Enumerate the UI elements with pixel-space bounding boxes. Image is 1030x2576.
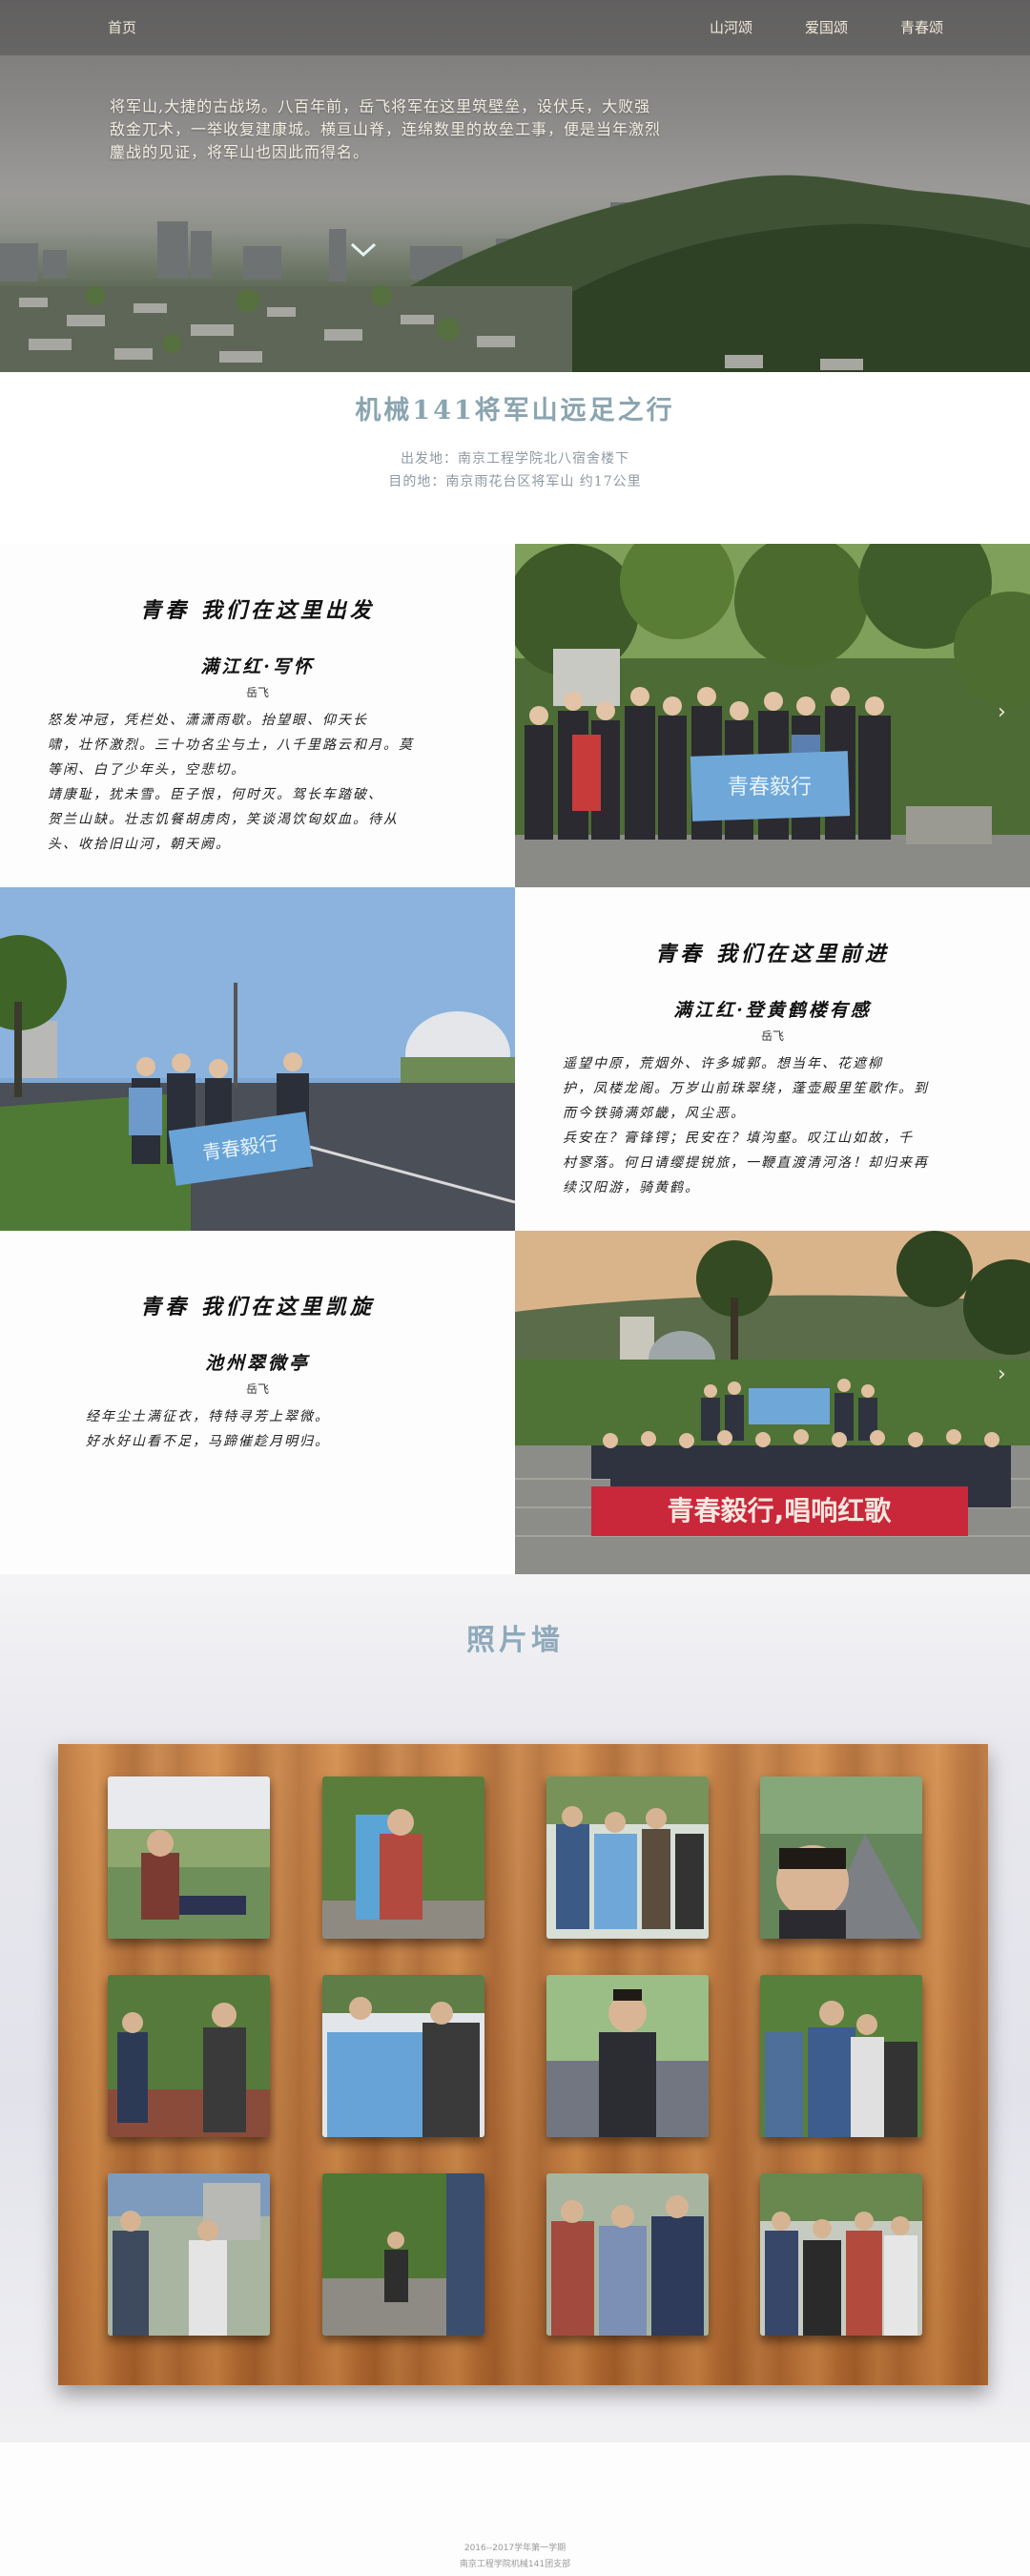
page-footer: 2016--2017学年第一学期 南京工程学院机械141团支部 xyxy=(0,2442,1030,2576)
poem-line: 靖康耻，犹未雪。臣子恨，何时灭。驾长车踏破、 xyxy=(48,787,383,802)
hero-banner: 首页 山河颂 爱国颂 青春颂 将军山,大捷的古战场。八百年前，岳飞将军在这里筑壁… xyxy=(0,0,1030,372)
story-heading: 青春 我们在这里凯旋 xyxy=(140,1295,375,1319)
story-text-return: 青春 我们在这里凯旋 池州翠微亭 岳飞 经年尘土满征衣，特特寻芳上翠微。 好水好… xyxy=(0,1231,515,1574)
poem-body: 怒发冲冠，凭栏处、潇潇雨歇。抬望眼、仰天长 啸，壮怀激烈。三十功名尘与土，八千里… xyxy=(48,708,467,857)
poem-title: 满江红·写怀 xyxy=(200,656,315,677)
nav-home-link[interactable]: 首页 xyxy=(108,17,136,37)
story-heading: 青春 我们在这里前进 xyxy=(655,942,890,966)
photo-tile[interactable] xyxy=(760,2173,922,2336)
hero-intro-text: 将军山,大捷的古战场。八百年前，岳飞将军在这里筑壁垒，设伏兵，大败强敌金兀术，一… xyxy=(110,97,662,161)
poem-line: 啸，壮怀激烈。三十功名尘与土，八千里路云和月。莫 xyxy=(48,737,414,753)
poem-body: 经年尘土满征衣，特特寻芳上翠微。 好水好山看不足，马蹄催趁月明归。 xyxy=(86,1404,429,1454)
poem-line: 好水好山看不足，马蹄催趁月明归。 xyxy=(86,1434,330,1449)
story-heading: 青春 我们在这里出发 xyxy=(140,598,375,623)
photo-wall-heading: 照片墙 xyxy=(466,1624,564,1657)
poem-line: 而今铁骑满郊畿，风尘恶。 xyxy=(563,1106,746,1121)
photo-tile[interactable] xyxy=(760,1975,922,2137)
poem-line: 续汉阳游，骑黄鹤。 xyxy=(563,1180,700,1195)
poem-body: 遥望中原，荒烟外、许多城郭。想当年、花遮柳 护，凤楼龙阁。万岁山前珠翠绕，蓬壶殿… xyxy=(563,1051,982,1200)
poem-author: 岳飞 xyxy=(245,686,269,699)
photo-tile[interactable] xyxy=(108,1975,270,2137)
poem-line: 贺兰山缺。壮志饥餐胡虏肉，笑谈渴饮匈奴血。待从 xyxy=(48,812,399,827)
page-title: 机械141将军山远足之行 xyxy=(355,396,675,426)
poem-line: 护，凤楼龙阁。万岁山前珠翠绕，蓬壶殿里笙歌作。到 xyxy=(563,1081,929,1096)
trip-info-section: 机械141将军山远足之行 出发地：南京工程学院北八宿舍楼下 目的地：南京雨花台区… xyxy=(0,372,1030,544)
photo-tile[interactable] xyxy=(322,2173,484,2336)
nav-item-qingchun[interactable]: 青春颂 xyxy=(900,17,943,37)
group-photo-return: 青春毅行,唱响红歌 › xyxy=(515,1231,1030,1574)
story-text-advance: 青春 我们在这里前进 满江红·登黄鹤楼有感 岳飞 遥望中原，荒烟外、许多城郭。想… xyxy=(515,887,1030,1231)
photo-tile[interactable] xyxy=(546,1975,709,2137)
photo-tile[interactable] xyxy=(760,1776,922,1939)
red-banner-text: 青春毅行,唱响红歌 xyxy=(668,1495,893,1527)
group-photo-depart: 青春毅行 › xyxy=(515,544,1030,887)
carousel-next-arrow-icon[interactable]: › xyxy=(998,1362,1006,1386)
footer-org: 南京工程学院机械141团支部 xyxy=(459,2560,571,2569)
poem-line: 等闲、白了少年头，空悲切。 xyxy=(48,762,246,778)
carousel-next-arrow-icon[interactable]: › xyxy=(998,700,1006,724)
photo-tile[interactable] xyxy=(546,1776,709,1939)
nav-item-shanhe[interactable]: 山河颂 xyxy=(710,17,752,37)
chevron-down-icon[interactable] xyxy=(349,241,378,259)
poem-line: 怒发冲冠，凭栏处、潇潇雨歇。抬望眼、仰天长 xyxy=(48,713,368,728)
departure-text: 出发地：南京工程学院北八宿舍楼下 xyxy=(401,451,629,467)
story-text-depart: 青春 我们在这里出发 满江红·写怀 岳飞 怒发冲冠，凭栏处、潇潇雨歇。抬望眼、仰… xyxy=(0,544,515,887)
photo-wall-section: 照片墙 xyxy=(0,1576,1030,2442)
group-photo-march: 青春毅行 xyxy=(0,887,515,1231)
poem-author: 岳飞 xyxy=(245,1382,269,1396)
poem-title: 满江红·登黄鹤楼有感 xyxy=(673,1000,872,1021)
footer-term: 2016--2017学年第一学期 xyxy=(464,2544,566,2553)
poem-author: 岳飞 xyxy=(760,1029,784,1043)
poem-line: 遥望中原，荒烟外、许多城郭。想当年、花遮柳 xyxy=(563,1056,883,1071)
photo-tile[interactable] xyxy=(322,1975,484,2137)
photo-tile[interactable] xyxy=(546,2173,709,2336)
photo-tile[interactable] xyxy=(322,1776,484,1939)
poem-line: 经年尘土满征衣，特特寻芳上翠微。 xyxy=(86,1409,330,1424)
hero-landscape-image xyxy=(0,175,1030,372)
photo-tile[interactable] xyxy=(108,2173,270,2336)
poem-line: 头、收拾旧山河，朝天阙。 xyxy=(48,837,231,852)
poem-line: 兵安在？膏锋锷；民安在？填沟壑。叹江山如故，千 xyxy=(563,1131,914,1146)
top-navigation: 首页 山河颂 爱国颂 青春颂 xyxy=(0,0,1030,55)
nav-item-aiguo[interactable]: 爱国颂 xyxy=(805,17,848,37)
photo-tile[interactable] xyxy=(108,1776,270,1939)
poem-title: 池州翠微亭 xyxy=(204,1353,310,1374)
poem-line: 村寥落。何日请缨提锐旅，一鞭直渡清河洛！却归来再 xyxy=(563,1155,929,1171)
flag-text: 青春毅行 xyxy=(728,776,812,800)
destination-text: 目的地：南京雨花台区将军山 约17公里 xyxy=(388,474,642,489)
